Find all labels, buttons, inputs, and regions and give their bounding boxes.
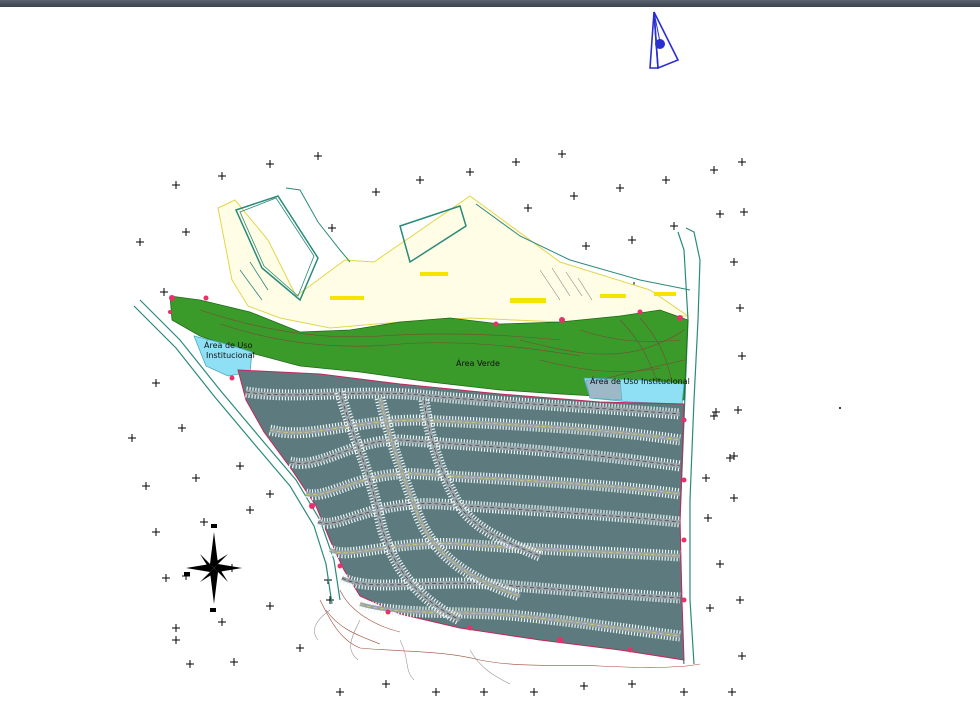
survey-cross-icon <box>236 462 244 470</box>
survey-cross-icon <box>730 494 738 502</box>
survey-cross-icon <box>432 688 440 696</box>
survey-cross-icon <box>712 408 720 416</box>
survey-cross-icon <box>128 434 136 442</box>
institutional-left-label-line2: Institucional <box>206 351 255 360</box>
green-area-label: Área Verde <box>456 357 500 368</box>
survey-cross-icon <box>186 660 194 668</box>
survey-cross-icon <box>728 688 736 696</box>
survey-cross-icon <box>416 176 424 184</box>
survey-cross-icon <box>328 224 336 232</box>
survey-cross-icon <box>710 166 718 174</box>
survey-cross-icon <box>480 688 488 696</box>
survey-cross-icon <box>726 454 734 462</box>
cad-drawing-canvas[interactable]: Área de Uso Institucional Área Verde Áre… <box>0 7 980 705</box>
survey-cross-icon <box>734 406 742 414</box>
survey-cross-icon <box>160 288 168 296</box>
survey-cross-icon <box>530 688 538 696</box>
survey-cross-icon <box>716 210 724 218</box>
survey-cross-icon <box>182 228 190 236</box>
survey-cross-icon <box>702 474 710 482</box>
survey-cross-icon <box>670 222 678 230</box>
survey-cross-icon <box>736 304 744 312</box>
survey-cross-icon <box>152 379 160 387</box>
survey-cross-icon <box>738 158 746 166</box>
survey-cross-icon <box>246 506 254 514</box>
survey-cross-icon <box>570 192 578 200</box>
survey-cross-icon <box>738 352 746 360</box>
upper-site-outline <box>217 187 691 329</box>
survey-cross-icon <box>738 652 746 660</box>
survey-cross-icon <box>628 680 636 688</box>
survey-cross-icon <box>582 242 590 250</box>
compass-rose-icon <box>184 524 242 612</box>
survey-cross-icon <box>266 602 274 610</box>
survey-cross-icon <box>616 184 624 192</box>
survey-cross-icon <box>558 150 566 158</box>
survey-cross-icon <box>218 172 226 180</box>
survey-cross-icon <box>266 490 274 498</box>
survey-cross-icon <box>730 452 738 460</box>
survey-cross-icon <box>704 514 712 522</box>
survey-cross-icon <box>266 160 274 168</box>
survey-cross-icon <box>152 528 160 536</box>
institutional-right-label: Área de Uso Institucional <box>590 375 690 386</box>
survey-cross-icon <box>296 644 304 652</box>
survey-cross-icon <box>172 624 180 632</box>
survey-cross-icon <box>466 168 474 176</box>
window-title-bar <box>0 0 980 7</box>
survey-cross-icon <box>580 682 588 690</box>
survey-cross-icon <box>628 236 636 244</box>
survey-cross-icon <box>230 658 238 666</box>
north-arrow-icon <box>649 11 680 70</box>
survey-cross-icon <box>326 596 334 604</box>
survey-cross-icon <box>142 482 150 490</box>
survey-cross-icon <box>716 560 724 568</box>
survey-cross-icon <box>218 618 226 626</box>
survey-cross-icon <box>662 176 670 184</box>
survey-cross-icon <box>336 688 344 696</box>
survey-cross-icon <box>524 204 532 212</box>
survey-cross-icon <box>172 181 180 189</box>
survey-cross-icon <box>710 412 718 420</box>
survey-cross-icon <box>736 596 744 604</box>
survey-cross-icon <box>706 604 714 612</box>
survey-cross-icon <box>512 158 520 166</box>
survey-cross-icon <box>382 680 390 688</box>
survey-cross-icon <box>178 424 186 432</box>
survey-cross-icon <box>136 238 144 246</box>
survey-cross-icon <box>172 636 180 644</box>
survey-cross-icon <box>192 474 200 482</box>
survey-cross-icon <box>372 188 380 196</box>
institutional-left-label-line1: Área de Uso <box>204 339 253 350</box>
survey-cross-icon <box>200 518 208 526</box>
survey-cross-icon <box>314 152 322 160</box>
survey-cross-icon <box>162 574 170 582</box>
survey-cross-icon <box>680 688 688 696</box>
survey-cross-icon <box>740 208 748 216</box>
survey-cross-icon <box>730 258 738 266</box>
survey-point <box>839 407 841 409</box>
